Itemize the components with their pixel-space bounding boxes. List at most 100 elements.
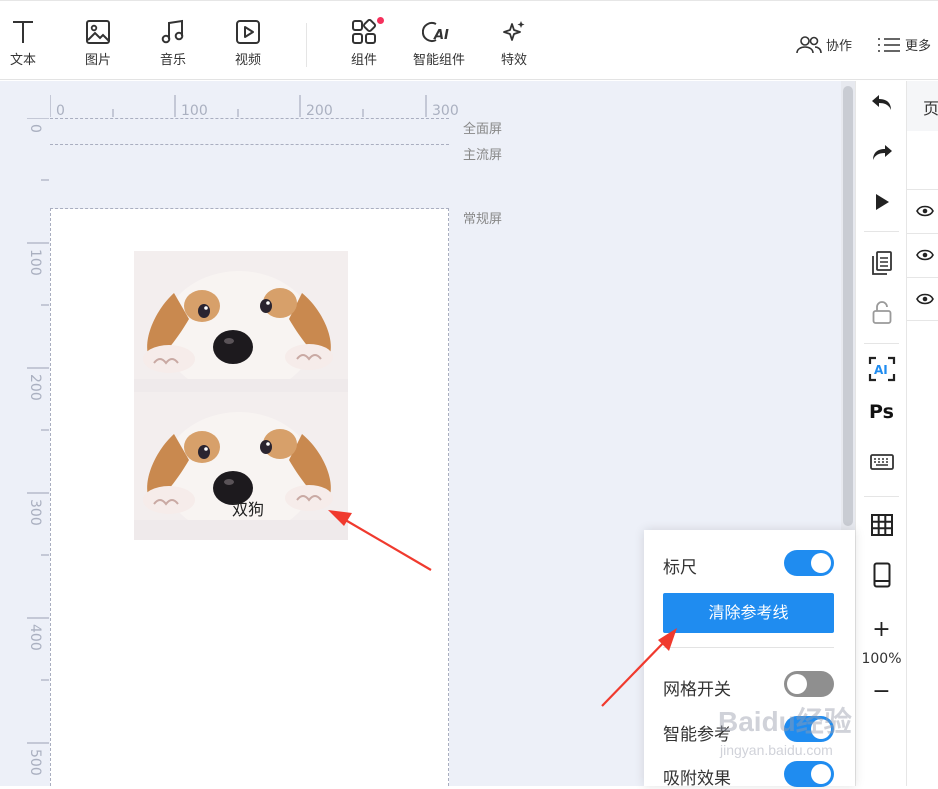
ruler-label: 200 [27,374,43,401]
zone-label-mainstream: 主流屏 [463,148,503,163]
puppy-illustration [134,251,348,399]
toggle-knob [811,553,831,573]
toolbar-text-button[interactable]: 文本 [0,19,53,68]
unlock-icon [872,301,891,324]
toolbar-item-label: 特效 [500,53,527,68]
ruler-label: 400 [27,624,43,651]
toolbar-image-button[interactable]: 图片 [68,19,128,68]
video-icon [236,20,260,44]
scrollbar-thumb[interactable] [843,86,853,526]
guide-line[interactable] [50,208,449,209]
ruler-label: 标尺 [663,558,697,578]
right-toolbar: AI Ps + 100% − [855,81,906,786]
grid-toggle[interactable] [784,671,834,697]
eye-icon[interactable] [916,205,934,217]
popup-divider [663,647,834,648]
snap-toggle[interactable] [784,761,834,787]
svg-text:AI: AI [433,28,449,43]
toggle-knob [787,674,807,694]
toolbar-item-label: 智能组件 [412,53,465,68]
ruler-label: 0 [56,103,65,117]
zoom-in-button[interactable]: + [856,617,907,642]
toolbar-ai-component-button[interactable]: AI 智能组件 [409,19,469,68]
undo-icon [871,95,891,110]
play-icon [875,194,889,210]
snap-effect-label: 吸附效果 [663,769,731,789]
clear-guides-button[interactable]: 清除参考线 [663,593,834,633]
toggle-knob [811,764,831,784]
toolbar-item-label: 视频 [234,53,261,68]
top-toolbar: 文本 图片 音乐 视频 组件 AI 智能组件 特效 协作 更多 [0,0,938,80]
more-label: 更多 [905,39,932,54]
redo-button[interactable] [856,143,907,163]
image-caption-text[interactable]: 双狗 [232,496,264,520]
vertical-ruler[interactable]: 0 100 200 300 400 500 [27,118,49,786]
toolbar-video-button[interactable]: 视频 [218,19,278,68]
toolbar-item-label: 文本 [9,53,36,68]
preview-button[interactable] [856,193,907,211]
horizontal-ruler[interactable]: 0 100 200 300 [50,95,460,117]
layer-panel-header: 页 [907,81,938,131]
toolbar-divider [306,23,307,67]
zone-label-normal: 常规屏 [463,212,503,227]
zoom-out-button[interactable]: − [856,679,907,704]
undo-button[interactable] [856,93,907,113]
minus-icon: − [872,679,891,704]
ruler-label: 500 [27,749,43,776]
ruler-label: 100 [181,103,208,117]
redo-icon [872,145,892,160]
layer-panel: 页 [906,81,938,786]
eye-icon[interactable] [916,293,934,305]
collab-label: 协作 [826,39,853,54]
toolbar-item-label: 图片 [84,53,111,68]
ruler-label: 200 [306,103,333,117]
ai-tool-button[interactable]: AI [856,356,907,382]
plus-icon: + [872,617,891,642]
text-icon [13,21,33,43]
ruler-toggle[interactable] [784,550,834,576]
phone-icon [873,562,890,588]
baidu-watermark-url: jingyan.baidu.com [720,742,833,758]
collab-button[interactable]: 协作 [796,35,852,54]
toolbar-music-button[interactable]: 音乐 [143,19,203,68]
keyboard-icon [869,454,894,470]
ps-button[interactable]: Ps [856,401,907,423]
toolbar-item-label: 组件 [350,53,377,68]
notification-dot [377,17,384,24]
grid-icon [870,514,893,536]
ruler-label: 300 [432,103,459,117]
more-button[interactable]: 更多 [877,35,931,54]
toolbar-divider [864,496,899,497]
toolbar-divider [864,231,899,232]
guide-line[interactable] [50,144,449,145]
music-icon [161,19,184,44]
toolbar-component-button[interactable]: 组件 [334,17,394,68]
list-icon [878,37,900,52]
document-copy-icon [871,251,892,275]
ai-icon-label: AI [874,363,888,377]
keyboard-button[interactable] [856,453,907,471]
users-icon [796,35,822,53]
component-icon [352,19,377,44]
effects-icon [503,21,525,41]
ruler-label: 100 [27,249,43,276]
toolbar-item-label: 音乐 [159,53,186,68]
eye-icon[interactable] [916,249,934,261]
device-preview-button[interactable] [856,562,907,588]
ruler-label: 300 [27,499,43,526]
toolbar-divider [864,343,899,344]
ps-label: Ps [869,401,894,423]
guide-line[interactable] [50,118,449,119]
ai-component-icon: AI [422,22,449,43]
baidu-watermark: Baidu经验 [718,706,852,737]
zoom-level: 100% [861,651,902,667]
grid-button[interactable] [856,514,907,536]
toolbar-effects-button[interactable]: 特效 [484,19,544,68]
lock-button[interactable] [856,301,907,325]
image-icon [86,20,110,44]
ruler-label: 0 [27,124,43,133]
grid-switch-label: 网格开关 [663,680,731,700]
ai-scan-icon: AI [868,356,895,382]
copy-page-button[interactable] [856,251,907,275]
dog-image[interactable] [134,251,348,399]
